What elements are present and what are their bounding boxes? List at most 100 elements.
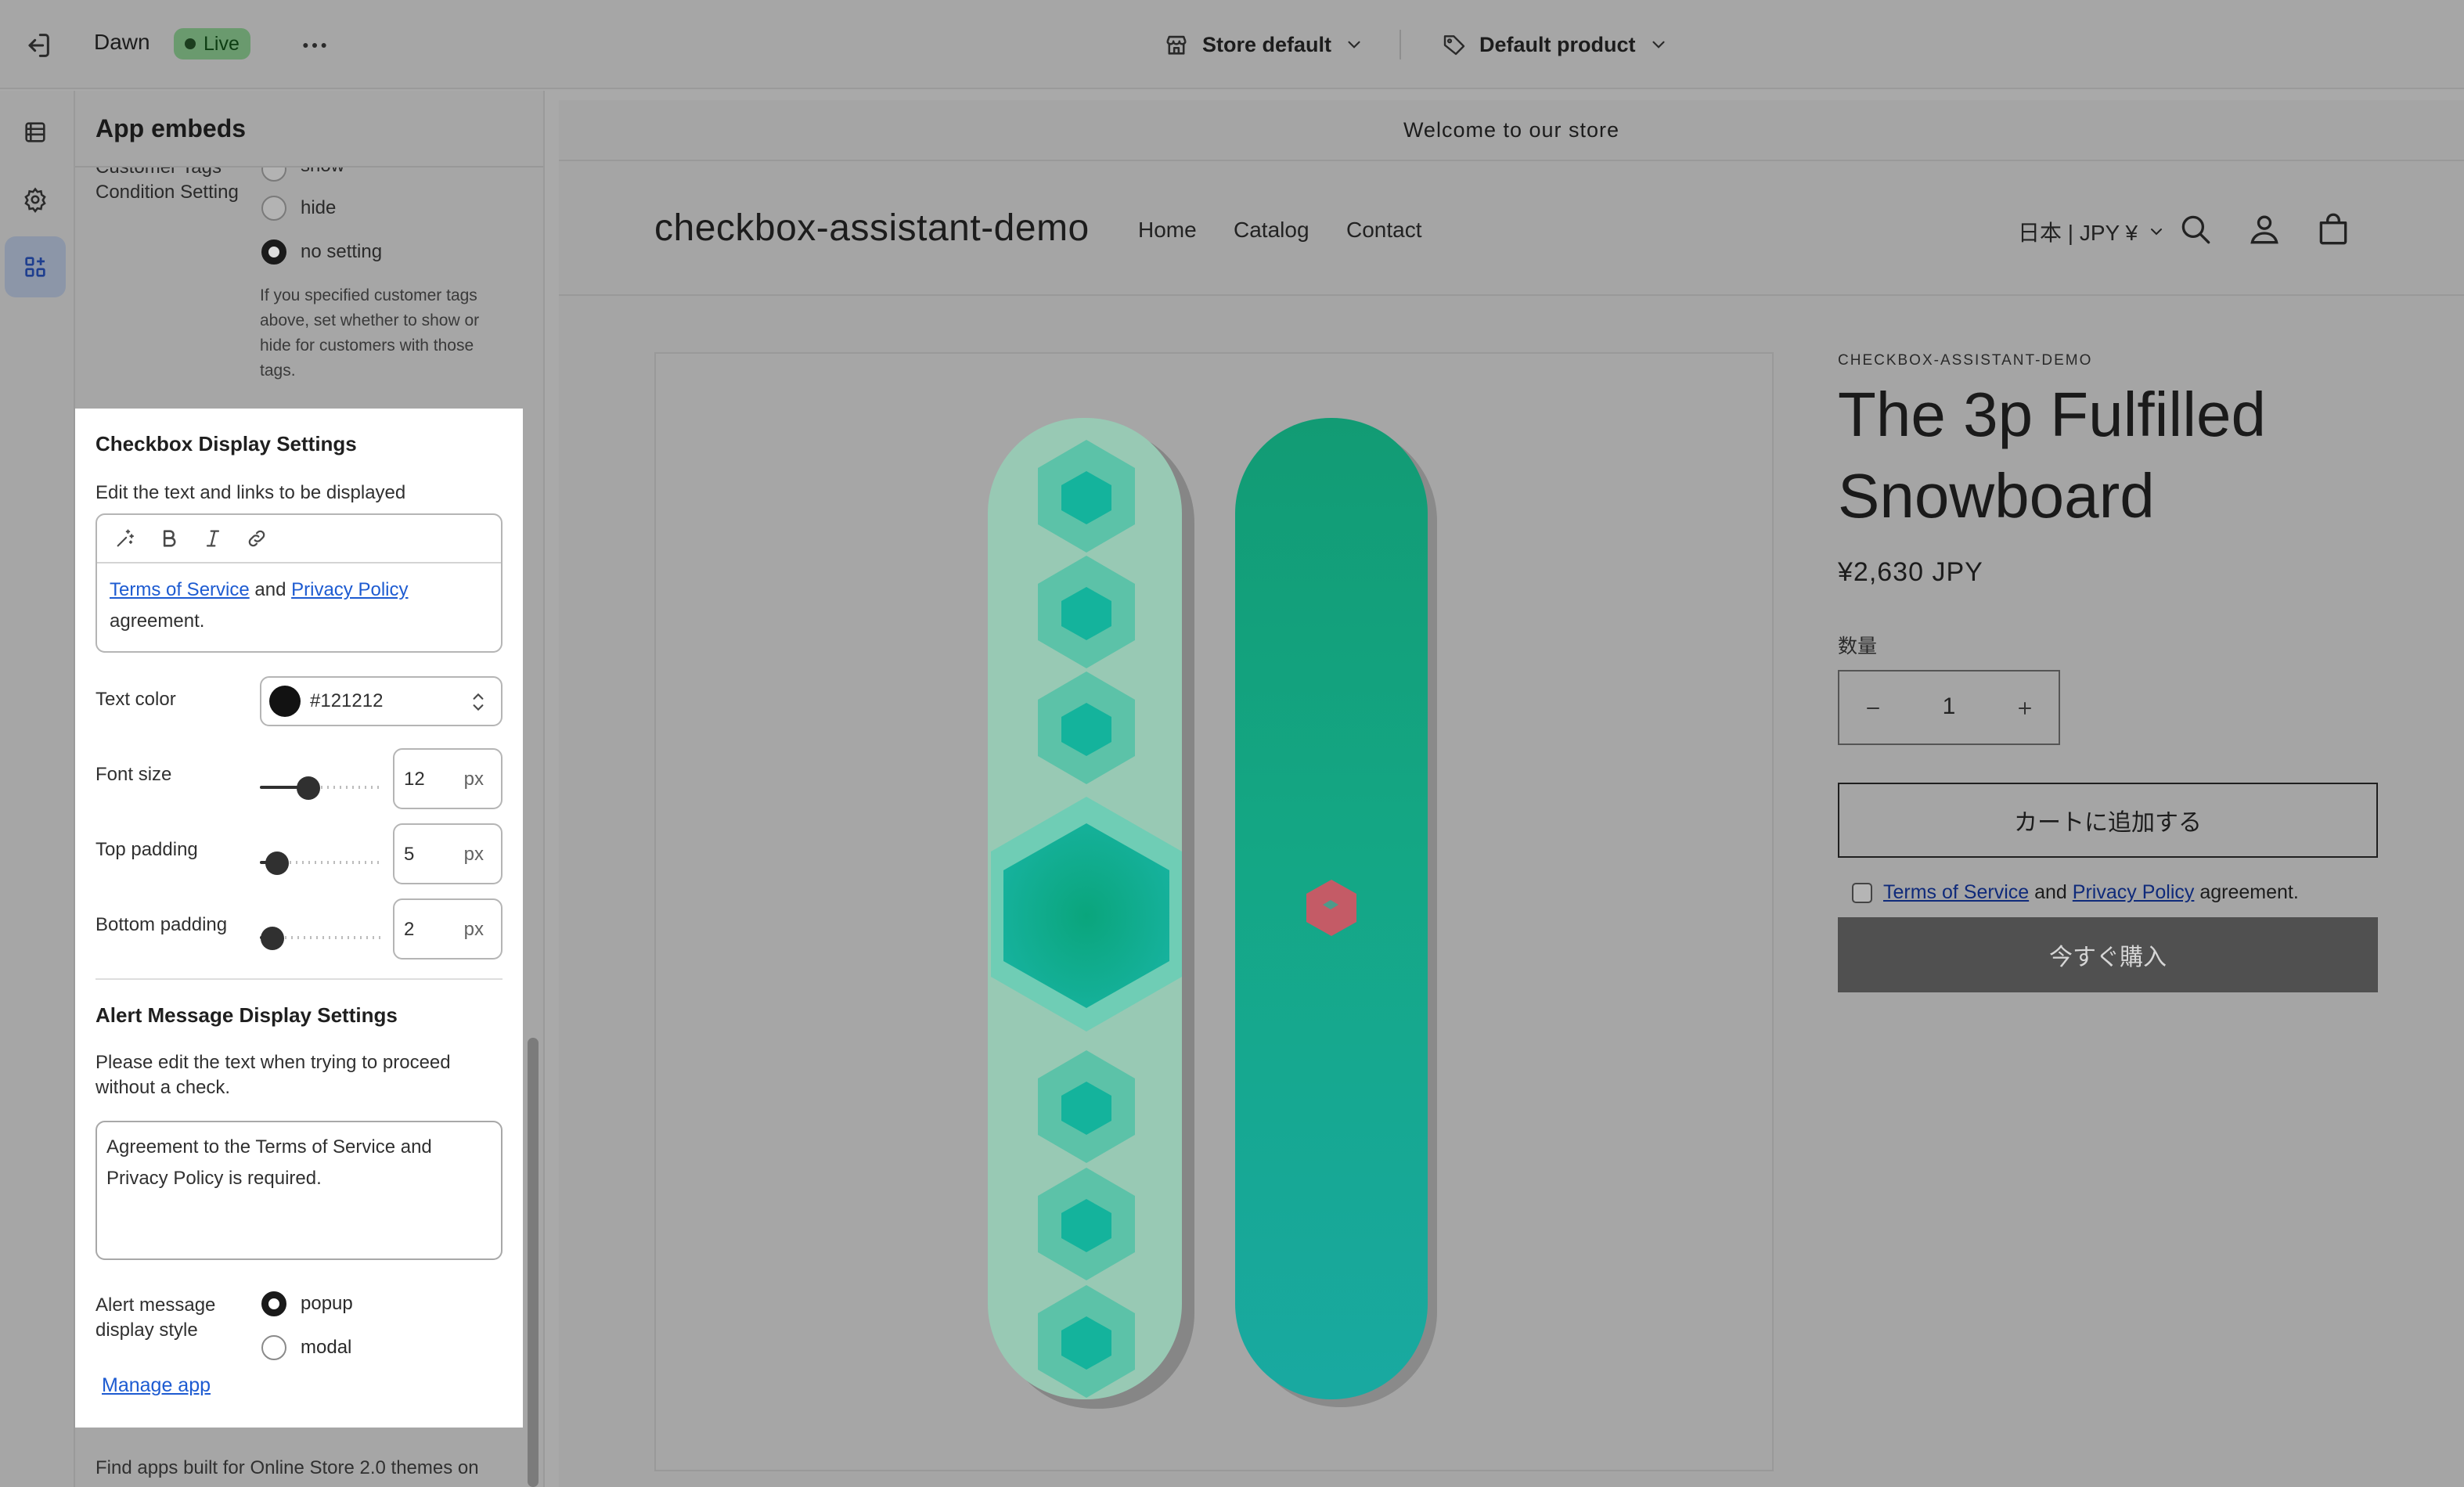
store-selector[interactable]: Store default	[1163, 23, 1364, 66]
section-divider	[95, 978, 503, 980]
alert-message-heading: Alert Message Display Settings	[95, 1003, 398, 1027]
theme-name: Dawn	[94, 30, 150, 54]
quantity-label: 数量	[1838, 635, 1878, 657]
radio-modal-label: modal	[301, 1337, 352, 1358]
product-vendor: CHECKBOX-ASSISTANT-DEMO	[1838, 352, 2093, 369]
agreement-checkbox[interactable]	[1852, 882, 1872, 903]
gear-icon[interactable]	[5, 169, 66, 230]
topbar-divider	[1400, 30, 1401, 59]
bold-icon[interactable]	[152, 521, 186, 556]
editor-topbar: Dawn Live Store default Default product	[0, 0, 2464, 89]
alert-description: Please edit the text when trying to proc…	[95, 1052, 451, 1098]
radio-popup[interactable]	[261, 1291, 286, 1316]
top-padding-slider[interactable]	[260, 852, 382, 875]
manage-app-link[interactable]: Manage app	[102, 1374, 211, 1397]
search-icon[interactable]	[2176, 210, 2215, 249]
color-swatch[interactable]	[269, 686, 301, 717]
terms-link[interactable]: Terms of Service	[1883, 881, 2029, 903]
agree-and: and	[2034, 881, 2067, 903]
product-price: ¥2,630 JPY	[1838, 557, 1983, 587]
locale-selector[interactable]: 日本 | JPY ¥	[2018, 216, 2166, 247]
bottom-padding-label: Bottom padding	[95, 914, 228, 935]
bottom-padding-value: 2	[404, 919, 415, 940]
store-icon	[1166, 35, 1187, 55]
sidebar-scrollbar[interactable]	[528, 1038, 539, 1487]
announcement-bar: Welcome to our store	[559, 100, 2464, 161]
top-padding-unit: px	[463, 844, 484, 865]
editor-and: and	[254, 579, 286, 600]
left-rail	[0, 91, 75, 1487]
bottom-padding-unit: px	[463, 919, 484, 940]
customer-tags-hint: If you specified customer tags above, se…	[260, 286, 480, 380]
store-name[interactable]: checkbox-assistant-demo	[654, 207, 1090, 250]
radio-hide-label: hide	[301, 197, 337, 218]
bottom-padding-input[interactable]: 2 px	[393, 898, 503, 960]
app-embeds-icon[interactable]	[5, 236, 66, 297]
plus-icon[interactable]	[2005, 689, 2044, 728]
nav-home[interactable]: Home	[1138, 218, 1197, 243]
alert-style-label-line1: Alert message	[95, 1294, 216, 1316]
radio-no-setting-label: no setting	[301, 241, 383, 262]
buy-now-button[interactable]: 今すぐ購入	[1838, 917, 2378, 992]
text-color-value: #121212	[310, 690, 384, 711]
chevron-down-icon	[1652, 41, 1665, 49]
alert-message-textarea[interactable]: Agreement to the Terms of Service and Pr…	[95, 1121, 503, 1260]
nav-catalog[interactable]: Catalog	[1234, 218, 1309, 243]
editor-tail: agreement.	[110, 610, 205, 632]
account-icon[interactable]	[2245, 210, 2284, 249]
nav-contact[interactable]: Contact	[1346, 218, 1422, 243]
privacy-link[interactable]: Privacy Policy	[291, 579, 408, 600]
exit-icon[interactable]	[22, 30, 53, 61]
font-size-label: Font size	[95, 764, 172, 785]
find-apps-text: Find apps built for Online Store 2.0 the…	[95, 1457, 479, 1478]
checkbox-display-heading: Checkbox Display Settings	[95, 432, 357, 455]
add-to-cart-button[interactable]: カートに追加する	[1838, 783, 2378, 858]
sidebar-header: App embeds	[75, 91, 543, 167]
product-title: The 3p Fulfilled Snowboard	[1838, 380, 2266, 531]
top-padding-label: Top padding	[95, 839, 198, 860]
sections-icon[interactable]	[5, 102, 66, 163]
alert-style-label-line2: display style	[95, 1320, 198, 1341]
sidebar-title: App embeds	[95, 114, 247, 142]
locale-label: 日本 | JPY ¥	[2018, 221, 2138, 245]
radio-no-setting[interactable]	[261, 239, 286, 265]
top-padding-value: 5	[404, 844, 415, 865]
select-arrows-icon	[473, 693, 484, 711]
font-size-input[interactable]: 12 px	[393, 748, 503, 809]
font-size-unit: px	[463, 769, 484, 790]
editor-toolbar	[97, 515, 501, 563]
magic-icon[interactable]	[108, 521, 142, 556]
privacy-link[interactable]: Privacy Policy	[2073, 881, 2195, 903]
store-selector-label: Store default	[1202, 32, 1332, 56]
product-image[interactable]	[654, 352, 1774, 1471]
link-icon[interactable]	[240, 521, 274, 556]
checkbox-settings-card: Checkbox Display Settings Edit the text …	[75, 409, 523, 1428]
agree-tail: agreement.	[2199, 881, 2299, 903]
font-size-slider[interactable]	[260, 776, 382, 800]
text-color-picker[interactable]: #121212	[260, 676, 503, 726]
radio-modal[interactable]	[261, 1335, 286, 1360]
editor-label: Edit the text and links to be displayed	[95, 482, 406, 503]
live-badge-label: Live	[204, 32, 240, 55]
store-header: checkbox-assistant-demo Home Catalog Con…	[559, 163, 2464, 296]
radio-hide[interactable]	[261, 196, 286, 221]
agreement-checkbox-row: Terms of Service and Privacy Policy agre…	[1852, 881, 2299, 904]
more-icon[interactable]	[299, 30, 330, 61]
store-preview: Welcome to our store checkbox-assistant-…	[559, 100, 2464, 1487]
live-dot-icon	[185, 38, 196, 49]
tag-icon	[1443, 35, 1465, 56]
quantity-stepper: 1	[1838, 670, 2060, 745]
rich-text-editor[interactable]: Terms of Service and Privacy Policy agre…	[95, 513, 503, 653]
font-size-value: 12	[404, 769, 425, 790]
top-padding-input[interactable]: 5 px	[393, 823, 503, 884]
radio-popup-label: popup	[301, 1293, 353, 1314]
editor-content[interactable]: Terms of Service and Privacy Policy agre…	[97, 563, 501, 648]
terms-link[interactable]: Terms of Service	[110, 579, 250, 600]
bottom-padding-slider[interactable]	[260, 927, 382, 950]
live-badge: Live	[174, 28, 250, 59]
product-selector[interactable]: Default product	[1442, 23, 1669, 66]
customer-tags-label-line2: Condition Setting	[95, 182, 239, 203]
cart-icon[interactable]	[2314, 210, 2353, 249]
product-selector-label: Default product	[1479, 32, 1636, 56]
italic-icon[interactable]	[196, 521, 230, 556]
